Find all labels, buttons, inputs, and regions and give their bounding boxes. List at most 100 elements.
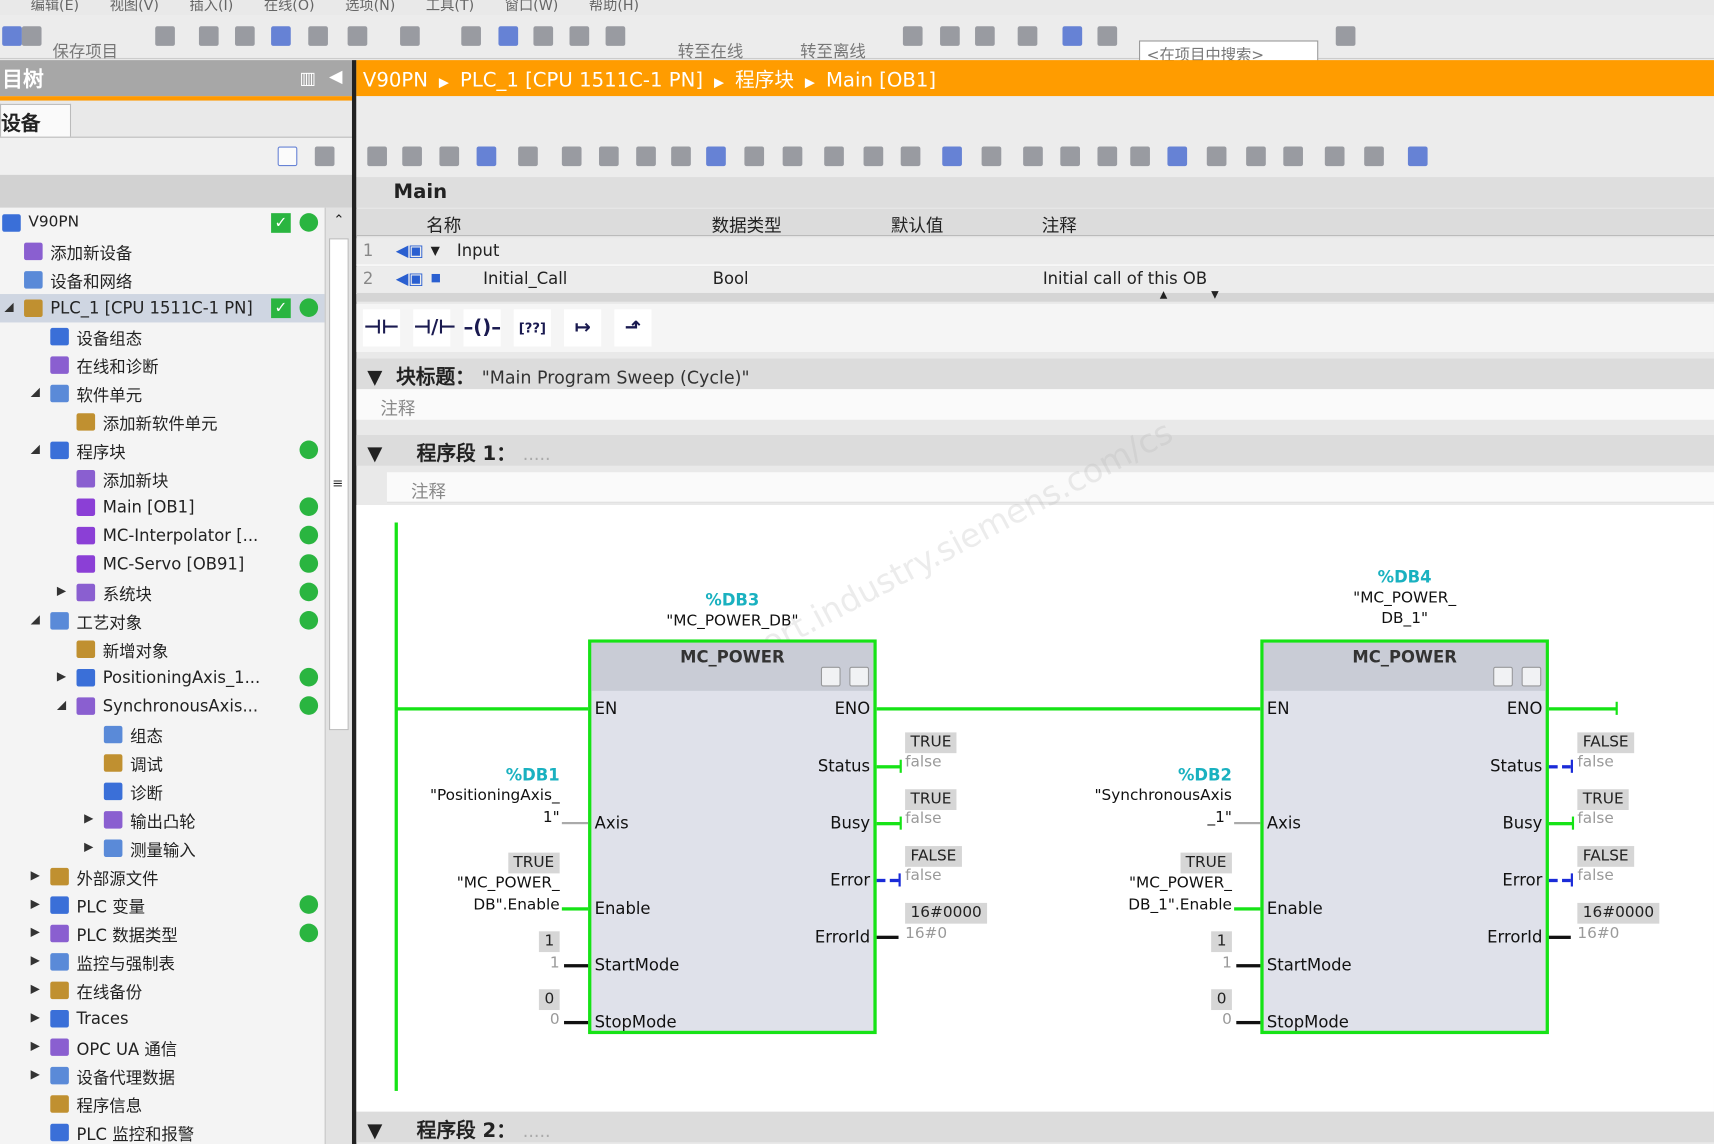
diagnostics-icon[interactable] bbox=[1521, 666, 1542, 687]
tree-item[interactable]: 设备和网络 bbox=[0, 266, 325, 294]
editor-tool-icon[interactable] bbox=[1130, 146, 1150, 167]
no-contact-icon[interactable]: ⊣⊢ bbox=[362, 309, 401, 347]
toolbar-tool-icon[interactable] bbox=[271, 26, 291, 46]
breadcrumb-item[interactable]: Main [OB1] bbox=[826, 69, 936, 92]
editor-tool-icon[interactable] bbox=[599, 146, 619, 167]
network-2-header[interactable]: ▼ 程序段 2： ..... bbox=[356, 1111, 1714, 1143]
tree-item[interactable]: 添加新软件单元 bbox=[0, 408, 325, 436]
interface-row[interactable]: 1 ◀▣ ▼ Input bbox=[356, 238, 1714, 266]
overview-icon[interactable] bbox=[277, 146, 298, 167]
toolbar-tool-icon[interactable] bbox=[308, 26, 328, 46]
toolbar-tool-icon[interactable] bbox=[461, 26, 481, 46]
menu-item[interactable]: 视图(V) bbox=[110, 0, 159, 14]
instance-db-icon[interactable] bbox=[820, 666, 841, 687]
toolbar-tool-icon[interactable] bbox=[400, 26, 420, 46]
editor-tool-icon[interactable] bbox=[367, 146, 387, 167]
collapsed-arrow-icon[interactable]: ▶ bbox=[84, 811, 93, 825]
editor-tool-icon[interactable] bbox=[942, 146, 962, 167]
col-default[interactable]: 默认值 bbox=[891, 211, 943, 237]
editor-tool-icon[interactable] bbox=[1364, 146, 1384, 167]
collapsed-arrow-icon[interactable]: ▶ bbox=[31, 1067, 40, 1081]
editor-tool-icon[interactable] bbox=[636, 146, 656, 167]
expanded-arrow-icon[interactable]: ◢ bbox=[31, 612, 40, 626]
coil-icon[interactable]: –()– bbox=[463, 309, 501, 347]
editor-tool-icon[interactable] bbox=[782, 146, 803, 167]
tree-item[interactable]: MC-Servo [OB91] bbox=[0, 550, 325, 578]
editor-tool-icon[interactable] bbox=[1060, 146, 1080, 167]
close-branch-icon[interactable]: ⬏ bbox=[614, 309, 652, 347]
tree-item[interactable]: ◢ 程序块 bbox=[0, 436, 325, 464]
editor-tool-icon[interactable] bbox=[1097, 146, 1118, 167]
toolbar-tool-icon[interactable] bbox=[155, 26, 175, 46]
block-comment[interactable]: 注释 bbox=[356, 389, 1714, 420]
mc-power-block[interactable]: MC_POWER EN Axis Enable StartMode StopMode ENO… bbox=[1260, 639, 1549, 1035]
editor-tool-icon[interactable] bbox=[863, 146, 884, 167]
menu-item[interactable]: 选项(N) bbox=[345, 0, 395, 14]
tree-scrollbar[interactable]: ⌃ ≡ bbox=[324, 207, 352, 1144]
tree-item[interactable]: ◢ SynchronousAxis... bbox=[0, 692, 325, 720]
collapsed-arrow-icon[interactable]: ▶ bbox=[57, 584, 66, 598]
tree-item[interactable]: ▶ PositioningAxis_1... bbox=[0, 664, 325, 692]
tree-item[interactable]: 添加新块 bbox=[0, 465, 325, 493]
toolbar-tool-icon[interactable] bbox=[1062, 26, 1083, 46]
network-2-value[interactable]: ..... bbox=[523, 1120, 551, 1141]
tree-item[interactable]: 程序信息 bbox=[0, 1090, 325, 1118]
collapsed-arrow-icon[interactable]: ▶ bbox=[57, 669, 66, 683]
toolbar-tool-icon[interactable] bbox=[569, 26, 590, 46]
collapsed-arrow-icon[interactable]: ▶ bbox=[31, 896, 40, 910]
instance-db-icon[interactable] bbox=[1493, 666, 1513, 687]
collapsed-arrow-icon[interactable]: ▶ bbox=[31, 1038, 40, 1052]
editor-tool-icon[interactable] bbox=[476, 146, 497, 167]
editor-tool-icon[interactable] bbox=[402, 146, 422, 167]
editor-tool-icon[interactable] bbox=[561, 146, 582, 167]
menu-item[interactable]: 帮助(H) bbox=[589, 0, 639, 14]
collapse-icon[interactable]: ▼ bbox=[367, 366, 382, 389]
tree-item[interactable]: Main [OB1] bbox=[0, 493, 325, 521]
interface-row[interactable]: 2 ◀▣ ■ Initial_Call Bool Initial call of… bbox=[356, 266, 1714, 295]
expanded-arrow-icon[interactable]: ◢ bbox=[57, 697, 66, 711]
expand-arrow-icon[interactable]: ▼ bbox=[431, 244, 440, 258]
tree-item[interactable]: ◢ PLC_1 [CPU 1511C-1 PN] ✓ bbox=[0, 294, 325, 323]
menu-item[interactable]: 工具(T) bbox=[426, 0, 474, 14]
toolbar-tool-icon[interactable] bbox=[940, 26, 960, 46]
tree-item[interactable]: 设备组态 bbox=[0, 322, 325, 350]
editor-tool-icon[interactable] bbox=[706, 146, 726, 167]
editor-tool-icon[interactable] bbox=[824, 146, 844, 167]
tree-item[interactable]: 诊断 bbox=[0, 777, 325, 805]
editor-tool-icon[interactable] bbox=[1206, 146, 1227, 167]
toolbar-tool-icon[interactable] bbox=[975, 26, 995, 46]
toolbar-tool-icon[interactable] bbox=[1097, 26, 1118, 46]
tree-item[interactable]: PLC 监控和报警 bbox=[0, 1118, 325, 1144]
collapsed-arrow-icon[interactable]: ▶ bbox=[31, 868, 40, 882]
editor-tool-icon[interactable] bbox=[1167, 146, 1188, 167]
nc-contact-icon[interactable]: ⊣/⊢ bbox=[413, 309, 456, 347]
tree-item[interactable]: 添加新设备 bbox=[0, 237, 325, 265]
collapsed-arrow-icon[interactable]: ▶ bbox=[31, 982, 40, 996]
tree-item[interactable]: ▶ 系统块 bbox=[0, 578, 325, 606]
tree-item[interactable]: ◢ 软件单元 bbox=[0, 379, 325, 407]
tree-item[interactable]: ▶ OPC UA 通信 bbox=[0, 1033, 325, 1061]
save-project-button[interactable]: 保存项目 bbox=[52, 39, 118, 62]
tree-item[interactable]: 调试 bbox=[0, 749, 325, 777]
toolbar-tool-icon[interactable] bbox=[2, 26, 22, 46]
diagnostics-icon[interactable] bbox=[849, 666, 870, 687]
toolbar-tool-icon[interactable] bbox=[498, 26, 519, 46]
col-name[interactable]: 名称 bbox=[426, 211, 461, 237]
menu-item[interactable]: 插入(I) bbox=[190, 0, 234, 14]
collapsed-arrow-icon[interactable]: ▶ bbox=[31, 1010, 40, 1024]
editor-tool-icon[interactable] bbox=[981, 146, 1002, 167]
go-online-button[interactable]: 转至在线 bbox=[678, 39, 744, 62]
tree-item[interactable]: ▶ 在线备份 bbox=[0, 976, 325, 1004]
tree-item[interactable]: ▶ 设备代理数据 bbox=[0, 1061, 325, 1089]
editor-tool-icon[interactable] bbox=[1283, 146, 1303, 167]
collapsed-arrow-icon[interactable]: ▶ bbox=[31, 925, 40, 939]
editor-tool-icon[interactable] bbox=[1023, 146, 1043, 167]
open-branch-icon[interactable]: ↦ bbox=[564, 309, 602, 347]
tree-item[interactable]: ▶ PLC 变量 bbox=[0, 891, 325, 919]
mc-power-block[interactable]: MC_POWER EN Axis Enable StartMode StopMode ENO… bbox=[588, 639, 877, 1035]
editor-tool-icon[interactable] bbox=[1246, 146, 1266, 167]
tree-item[interactable]: ▶ 测量输入 bbox=[0, 834, 325, 862]
menu-item[interactable]: 在线(O) bbox=[264, 0, 315, 14]
tree-item[interactable]: ▶ 外部源文件 bbox=[0, 862, 325, 890]
toolbar-tool-icon[interactable] bbox=[533, 26, 554, 46]
